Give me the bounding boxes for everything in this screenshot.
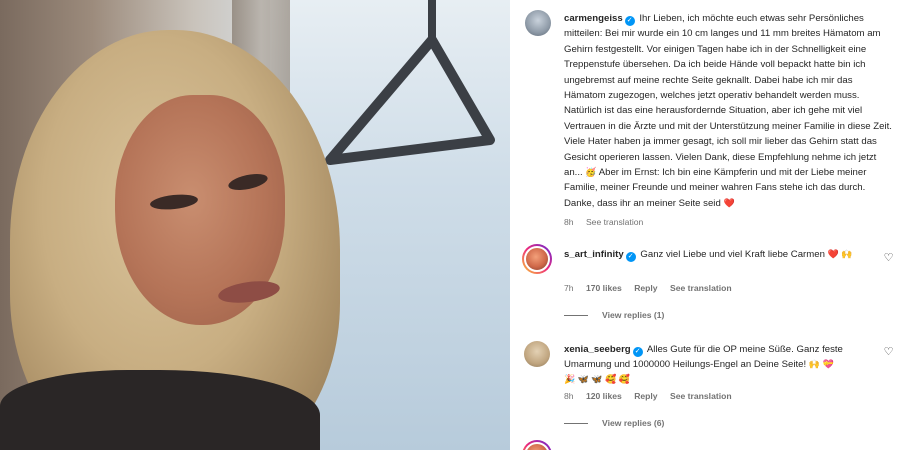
comment-text: Ganz viel Liebe und viel Kraft liebe Car…	[640, 249, 825, 260]
caption-text: Ihr Lieben, ich möchte euch etwas sehr P…	[564, 13, 892, 179]
comment-emoji-line2: 🎉 🦋 🦋 🥰 🥰	[564, 374, 631, 384]
comment-emoji: 🙌 💝	[808, 359, 834, 369]
comment-time[interactable]: 7h	[564, 283, 574, 293]
view-replies-button[interactable]: View replies (6)	[564, 418, 664, 428]
commenter-avatar[interactable]	[522, 244, 552, 274]
comment-emoji: ❤️ 🙌	[827, 249, 853, 259]
comment-time[interactable]: 8h	[564, 391, 574, 401]
comment-item: s_art_infinity ✓ Ganz viel Liebe und viel…	[564, 247, 884, 262]
comment-likes[interactable]: 120 likes	[586, 391, 622, 401]
view-replies-button[interactable]: View replies (1)	[564, 310, 664, 320]
comment-item: xenia_seeberg ✓ Alles Gute für die OP mei…	[564, 342, 884, 387]
replies-divider	[564, 422, 588, 424]
see-translation-link[interactable]: See translation	[670, 391, 732, 401]
caption-text-end: Aber im Ernst: Ich bin eine Kämpferin un…	[564, 167, 867, 209]
hanger-shape	[325, 0, 495, 165]
see-translation-link[interactable]: See translation	[670, 283, 732, 293]
comment-likes[interactable]: 170 likes	[586, 283, 622, 293]
post-meta: 8h See translation	[564, 217, 653, 227]
reply-button[interactable]: Reply	[634, 391, 657, 401]
comment-meta: 7h 170 likes Reply See translation	[564, 283, 742, 293]
comment-meta: 8h 120 likes Reply See translation	[564, 391, 742, 401]
view-replies-label: View replies (6)	[602, 418, 665, 428]
like-comment-heart-icon[interactable]: ♡	[883, 253, 894, 264]
post-photo	[0, 0, 510, 450]
verified-badge-icon: ✓	[632, 347, 643, 357]
comment-username[interactable]: s_art_infinity	[564, 249, 624, 260]
caption-heart-emoji: ❤️	[723, 197, 735, 208]
caption-emoji: 🥳	[585, 167, 597, 178]
author-avatar[interactable]	[525, 10, 551, 36]
verified-badge-icon: ✓	[624, 16, 635, 26]
reply-button[interactable]: Reply	[634, 283, 657, 293]
comment-username[interactable]: xenia_seeberg	[564, 344, 631, 355]
like-comment-heart-icon[interactable]: ♡	[883, 347, 894, 358]
see-translation-link[interactable]: See translation	[586, 217, 643, 227]
author-username[interactable]: carmengeiss	[564, 13, 623, 24]
commenter-avatar[interactable]	[524, 341, 550, 367]
replies-divider	[564, 314, 588, 316]
view-replies-label: View replies (1)	[602, 310, 665, 320]
post-time[interactable]: 8h	[564, 217, 574, 227]
verified-badge-icon: ✓	[625, 252, 636, 262]
comments-panel: carmengeiss ✓ Ihr Lieben, ich möchte euch…	[510, 0, 900, 450]
post-caption: carmengeiss ✓ Ihr Lieben, ich möchte euch…	[564, 11, 894, 211]
commenter-avatar[interactable]	[522, 440, 552, 450]
black-shirt	[0, 370, 320, 450]
